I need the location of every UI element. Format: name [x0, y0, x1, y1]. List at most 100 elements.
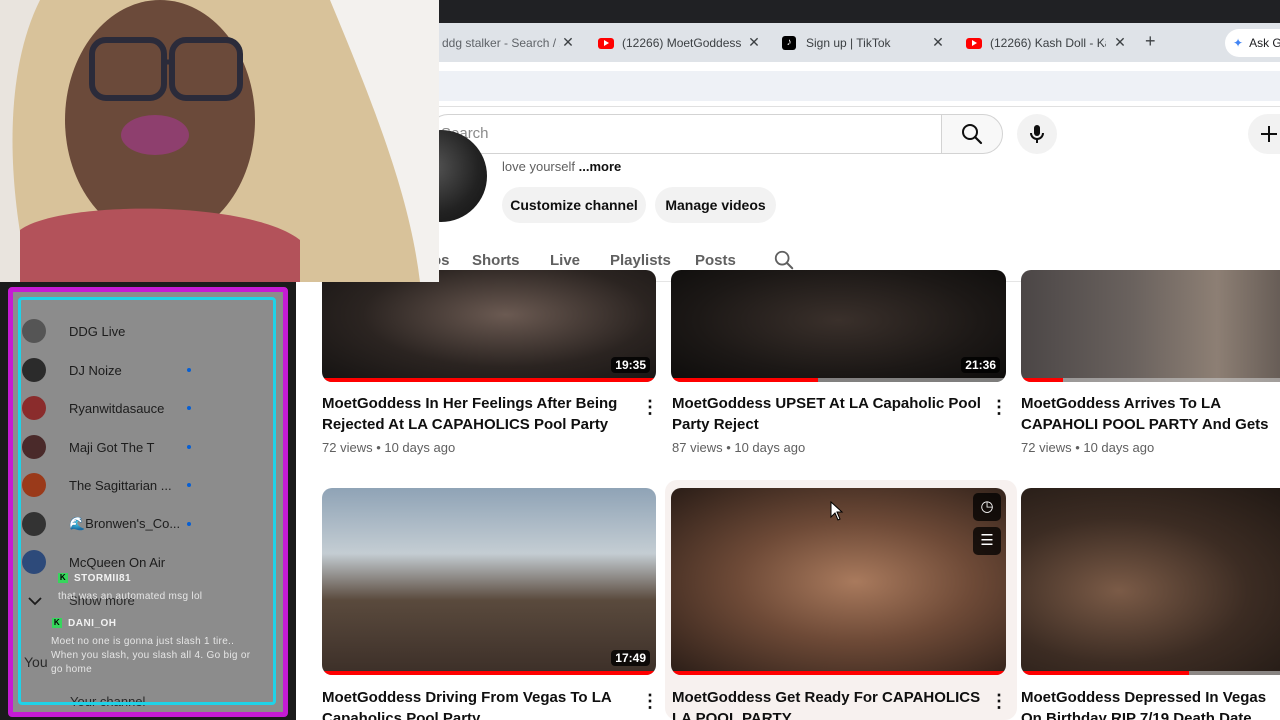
channel-avatar [22, 358, 46, 382]
kick-badge-icon: K [58, 573, 68, 584]
chevron-down-icon[interactable] [28, 596, 42, 606]
video-thumbnail[interactable]: 21:36 [671, 270, 1006, 382]
watch-progress [322, 378, 656, 382]
duration-badge: 17:49 [611, 650, 650, 666]
channel-description-text: love yourself [502, 159, 575, 174]
channel-avatar [22, 512, 46, 536]
new-content-dot [187, 445, 191, 449]
video-thumbnail[interactable]: 19:35 [322, 270, 656, 382]
close-icon[interactable]: ✕ [560, 34, 576, 51]
browser-title-bar [439, 0, 1280, 23]
video-title[interactable]: MoetGoddess Arrives To LA CAPAHOLI POOL … [1021, 393, 1280, 435]
chat-username-text: STORMII81 [74, 573, 132, 584]
channel-avatar [22, 319, 46, 343]
you-section-heading: You [24, 654, 48, 670]
new-content-dot [187, 406, 191, 410]
voice-search-button[interactable] [1017, 114, 1057, 154]
subscription-name: Ryanwitdasauce [69, 400, 165, 416]
new-content-dot [187, 368, 191, 372]
subscription-name: McQueen On Air [69, 554, 166, 570]
subscription-item[interactable]: Maji Got The T [22, 434, 272, 460]
tab-title: Sign up | TikTok [806, 36, 891, 50]
channel-avatar [22, 550, 46, 574]
new-tab-button[interactable]: + [1145, 31, 1156, 52]
video-thumbnail[interactable]: 17:49 [322, 488, 656, 675]
watch-progress [1021, 378, 1063, 382]
video-title[interactable]: MoetGoddess Get Ready For CAPAHOLICS LA … [672, 687, 982, 720]
watch-progress [322, 671, 656, 675]
video-title[interactable]: MoetGoddess Driving From Vegas To LA Cap… [322, 687, 622, 720]
close-icon[interactable]: ✕ [930, 34, 946, 51]
subscription-item[interactable]: Ryanwitdasauce [22, 395, 272, 421]
chat-username: K DANI_OH [52, 618, 117, 629]
customize-channel-button[interactable]: Customize channel [502, 187, 646, 223]
microphone-icon [1030, 125, 1044, 143]
browser-tab-x-search[interactable]: ddg stalker - Search / X ✕ [436, 28, 576, 58]
watch-later-icon[interactable]: ◷ [973, 493, 1001, 521]
video-meta: 87 views • 10 days ago [672, 440, 806, 455]
your-channel-link[interactable]: Your channel [70, 694, 145, 709]
tab-title: (12266) MoetGoddess [622, 36, 742, 50]
close-icon[interactable]: ✕ [1112, 34, 1128, 51]
browser-tab-tiktok[interactable]: ♪ Sign up | TikTok ✕ [776, 28, 946, 58]
plus-icon [1261, 126, 1277, 142]
video-title[interactable]: MoetGoddess Depressed In Vegas On Birthd… [1021, 687, 1280, 720]
subscription-name: The Sagittarian ... [69, 477, 172, 493]
search-button[interactable] [941, 114, 1003, 154]
duration-badge: 19:35 [611, 357, 650, 373]
ask-gemini-button[interactable]: ✦ Ask G [1225, 29, 1280, 57]
subscription-item[interactable]: The Sagittarian ... [22, 472, 272, 498]
tab-title: ddg stalker - Search / X [442, 36, 560, 50]
manage-videos-button[interactable]: Manage videos [655, 187, 776, 223]
close-icon[interactable]: ✕ [746, 34, 762, 51]
subscription-name: DJ Noize [69, 362, 122, 378]
sparkle-icon: ✦ [1233, 36, 1244, 50]
video-meta: 72 views • 10 days ago [1021, 440, 1155, 455]
create-button[interactable] [1248, 114, 1280, 154]
address-bar[interactable] [439, 71, 1280, 101]
tab-shorts[interactable]: Shorts [472, 252, 520, 269]
channel-avatar [22, 396, 46, 420]
search-icon[interactable] [773, 249, 795, 271]
webcam-overlay [0, 0, 439, 282]
youtube-icon [598, 37, 614, 49]
subscription-name: Maji Got The T [69, 439, 155, 455]
subscription-item[interactable]: DJ Noize [22, 357, 272, 383]
video-title[interactable]: MoetGoddess In Her Feelings After Being … [322, 393, 622, 435]
kick-badge-icon: K [52, 618, 62, 629]
subscription-item[interactable]: McQueen On Air [22, 549, 272, 575]
browser-tab-moetgoddess[interactable]: (12266) MoetGoddess ✕ [592, 28, 762, 58]
video-title[interactable]: MoetGoddess UPSET At LA Capaholic Pool P… [672, 393, 982, 435]
video-thumbnail[interactable] [1021, 488, 1280, 675]
search-input[interactable] [428, 114, 942, 154]
more-vert-icon[interactable]: ⋮ [990, 692, 1008, 710]
tab-title: (12266) Kash Doll - Kash [990, 36, 1106, 50]
channel-avatar [22, 435, 46, 459]
channel-avatar [22, 473, 46, 497]
chat-username: K STORMII81 [58, 573, 131, 584]
more-link[interactable]: ...more [579, 159, 622, 174]
subscription-item[interactable]: DDG Live [22, 318, 272, 344]
subscription-item[interactable]: 🌊Bronwen's_Co... [22, 511, 272, 537]
subscription-name: 🌊Bronwen's_Co... [69, 516, 181, 531]
watch-progress [671, 671, 1006, 675]
tab-posts[interactable]: Posts [695, 252, 736, 269]
tab-live[interactable]: Live [550, 252, 580, 269]
browser-tab-kashdoll[interactable]: (12266) Kash Doll - Kash ✕ [960, 28, 1128, 58]
video-meta: 72 views • 10 days ago [322, 440, 456, 455]
new-content-dot [187, 522, 191, 526]
youtube-icon [966, 37, 982, 49]
tab-playlists[interactable]: Playlists [610, 252, 671, 269]
video-thumbnail[interactable] [1021, 270, 1280, 382]
duration-badge: 21:36 [961, 357, 1000, 373]
mouse-cursor-icon [830, 501, 844, 521]
ask-label: Ask G [1249, 36, 1280, 50]
more-vert-icon[interactable]: ⋮ [641, 398, 659, 416]
add-to-queue-icon[interactable]: ☰ [973, 527, 1001, 555]
webcam-feed [0, 0, 439, 282]
watch-progress [1021, 671, 1189, 675]
more-vert-icon[interactable]: ⋮ [990, 398, 1008, 416]
chat-message: that was an automated msg lol [58, 591, 203, 602]
more-vert-icon[interactable]: ⋮ [641, 692, 659, 710]
screen: ddg stalker - Search / X ✕ (12266) MoetG… [0, 0, 1280, 720]
